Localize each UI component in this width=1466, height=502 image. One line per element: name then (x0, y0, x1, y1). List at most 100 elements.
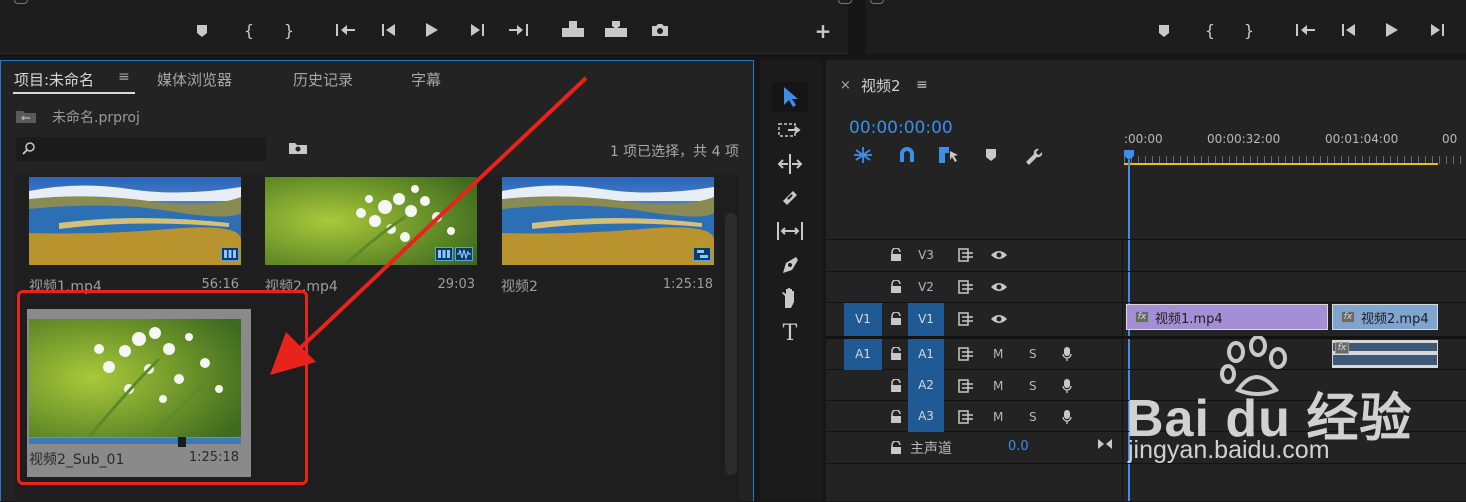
overwrite-icon[interactable] (603, 18, 629, 40)
sync-lock-icon[interactable] (956, 409, 976, 425)
sync-lock-icon[interactable] (956, 311, 976, 327)
audio-waveform-bottom (1333, 355, 1437, 365)
ruler-label: 00 (1442, 132, 1458, 146)
video-badge-icon (221, 247, 239, 261)
program-add-marker-icon[interactable] (1155, 22, 1173, 40)
ripple-edit-tool-icon[interactable] (772, 149, 808, 179)
solo-button[interactable]: S (1029, 347, 1037, 361)
fx-badge-icon: fx (1335, 342, 1349, 354)
solo-button[interactable]: S (1029, 379, 1037, 393)
timeline-marker-icon[interactable] (982, 146, 1000, 164)
track-a2-label[interactable]: A2 (908, 370, 944, 401)
wrench-settings-icon[interactable] (1022, 144, 1044, 166)
track-select-tool-icon[interactable] (772, 116, 808, 146)
source-patch-a1[interactable]: A1 (844, 339, 882, 370)
program-mark-in-icon[interactable]: { (1201, 20, 1219, 40)
lock-icon[interactable] (888, 345, 904, 363)
program-mark-out-icon[interactable]: } (1240, 20, 1258, 40)
track-a1-label[interactable]: A1 (908, 339, 944, 370)
pen-tool-icon[interactable] (772, 250, 808, 280)
sync-lock-icon[interactable] (956, 346, 976, 362)
search-input[interactable] (16, 137, 266, 161)
tab-project[interactable]: 项目:未命名 (14, 69, 94, 90)
sequence-menu-icon[interactable]: ≡ (916, 77, 928, 93)
timecode-display[interactable]: 00:00:00:00 (849, 118, 953, 138)
mute-button[interactable]: M (993, 379, 1003, 393)
nest-toggle-icon[interactable] (852, 145, 874, 165)
folder-up-icon[interactable] (15, 107, 37, 125)
grid-scrollbar[interactable] (725, 213, 737, 475)
track-v2-label[interactable]: V2 (908, 272, 944, 303)
mark-out-icon[interactable]: } (280, 20, 298, 40)
program-step-forward-icon[interactable] (1426, 20, 1448, 40)
sync-lock-icon[interactable] (956, 247, 976, 263)
button-editor-icon[interactable]: + (812, 19, 834, 43)
lock-icon[interactable] (888, 246, 904, 264)
source-monitor-controls: { } + (0, 0, 852, 54)
microphone-icon[interactable] (1060, 377, 1074, 395)
hand-tool-icon[interactable] (772, 283, 808, 313)
microphone-icon[interactable] (1060, 408, 1074, 426)
time-ruler[interactable]: :00:00 00:00:32:00 00:01:04:00 00 (1124, 122, 1466, 166)
export-frame-icon[interactable] (648, 20, 672, 40)
playhead-line (1128, 160, 1130, 501)
program-go-to-in-icon[interactable] (1294, 20, 1318, 40)
selection-tool-icon[interactable] (772, 82, 808, 112)
track-a3-label[interactable]: A3 (908, 401, 944, 432)
timeline-panel: × 视频2 ≡ 00:00:00:00 :00:00 00:00:32:00 0… (826, 60, 1466, 501)
go-to-out-icon[interactable] (506, 20, 530, 40)
eye-icon[interactable] (988, 311, 1010, 327)
insert-icon[interactable] (560, 18, 586, 40)
mark-in-icon[interactable]: { (240, 20, 258, 40)
source-scrubber[interactable] (14, 0, 28, 4)
sequence-tab[interactable]: 视频2 (861, 75, 901, 96)
sync-lock-icon[interactable] (956, 279, 976, 295)
clip-video2[interactable]: fx 视频2.mp4 (1332, 304, 1438, 330)
program-step-back-icon[interactable] (1338, 20, 1360, 40)
source-scrubber-end[interactable] (838, 0, 852, 4)
search-icon (22, 141, 36, 155)
source-patch-v1[interactable]: V1 (844, 303, 882, 336)
program-scrubber[interactable] (870, 0, 884, 4)
clip-video1[interactable]: fx 视频1.mp4 (1126, 304, 1328, 330)
step-back-icon[interactable] (378, 20, 400, 40)
thumbnail (29, 177, 241, 265)
go-to-in-icon[interactable] (334, 20, 358, 40)
track-v3-label[interactable]: V3 (908, 240, 944, 271)
eye-icon[interactable] (988, 279, 1010, 295)
microphone-icon[interactable] (1060, 345, 1074, 363)
clip-audio2[interactable]: fx (1332, 340, 1438, 368)
lock-icon[interactable] (888, 408, 904, 426)
track-divider (826, 463, 1466, 464)
fx-badge-icon: fx (1341, 311, 1355, 323)
play-icon[interactable] (421, 20, 443, 40)
eye-icon[interactable] (988, 247, 1010, 263)
program-play-icon[interactable] (1381, 20, 1403, 40)
lock-icon[interactable] (888, 377, 904, 395)
sync-lock-icon[interactable] (956, 378, 976, 394)
add-marker-icon[interactable] (193, 22, 211, 40)
lock-icon[interactable] (888, 439, 904, 457)
mute-button[interactable]: M (993, 347, 1003, 361)
panel-menu-icon[interactable]: ≡ (118, 69, 130, 85)
slip-tool-icon[interactable] (772, 216, 808, 246)
mute-button[interactable]: M (993, 410, 1003, 424)
ruler-label: 00:00:32:00 (1207, 132, 1281, 146)
type-tool-icon[interactable]: T (772, 318, 808, 348)
master-volume-value[interactable]: 0.0 (1008, 439, 1029, 454)
step-forward-icon[interactable] (466, 20, 488, 40)
lock-icon[interactable] (888, 310, 904, 328)
lock-icon[interactable] (888, 278, 904, 296)
annotation-arrow-icon (270, 76, 588, 375)
linked-selection-icon[interactable] (936, 144, 960, 166)
track-v1-label[interactable]: V1 (908, 303, 944, 336)
go-to-end-icon[interactable] (1096, 436, 1114, 452)
fx-badge-icon: fx (1135, 311, 1149, 323)
razor-tool-icon[interactable] (772, 183, 808, 213)
tab-media-browser[interactable]: 媒体浏览器 (157, 69, 232, 90)
snap-magnet-icon[interactable] (896, 145, 918, 165)
work-area-bar (1124, 163, 1438, 165)
close-sequence-icon[interactable]: × (840, 78, 851, 93)
solo-button[interactable]: S (1029, 410, 1037, 424)
media-item-video1[interactable]: 视频1.mp4 56:16 (27, 175, 243, 303)
